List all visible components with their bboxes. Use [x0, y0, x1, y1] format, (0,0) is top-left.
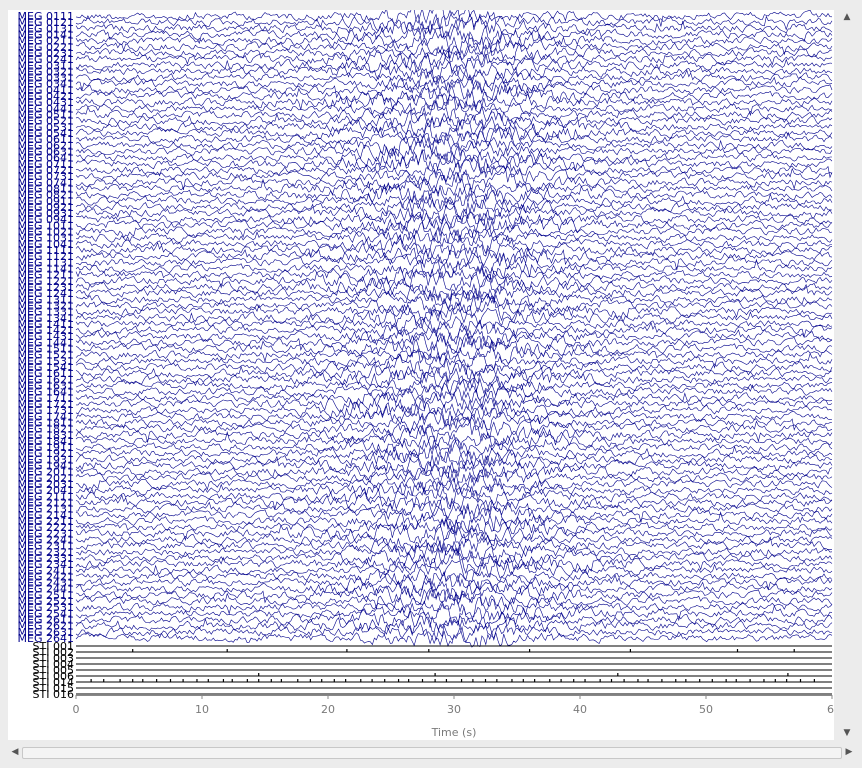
x-tick-label: 6	[827, 703, 834, 716]
x-tick-label: 50	[699, 703, 713, 716]
x-tick-label: 10	[195, 703, 209, 716]
raw-data-plot: MEG 0111MEG 0121MEG 0131MEG 0141MEG 0211…	[18, 3, 834, 739]
stim-channel-label[interactable]: STI 016	[33, 688, 74, 701]
scroll-up-icon[interactable]: ▲	[838, 10, 856, 24]
scroll-left-icon[interactable]: ◀	[8, 744, 22, 760]
horizontal-scroll-thumb[interactable]	[22, 747, 842, 759]
x-tick-label: 40	[573, 703, 587, 716]
scroll-down-icon[interactable]: ▼	[838, 726, 856, 740]
x-axis-label: Time (s)	[431, 726, 477, 739]
channel-labels[interactable]: MEG 0111MEG 0121MEG 0131MEG 0141MEG 0211…	[18, 10, 74, 701]
x-tick-label: 0	[73, 703, 80, 716]
x-axis-ticks: 0 10 20 30 40 50 6	[73, 695, 834, 716]
scroll-right-icon[interactable]: ▶	[842, 744, 856, 760]
horizontal-scrollbar[interactable]: ◀ ▶	[8, 744, 856, 760]
figure: MEG 0111 MEG 0121 MEG 0131 MEG 0141 MEG 0211…	[8, 3, 834, 740]
vertical-scrollbar[interactable]: ▲ ▼	[838, 10, 856, 740]
x-tick-label: 20	[321, 703, 335, 716]
x-tick-label: 30	[447, 703, 461, 716]
